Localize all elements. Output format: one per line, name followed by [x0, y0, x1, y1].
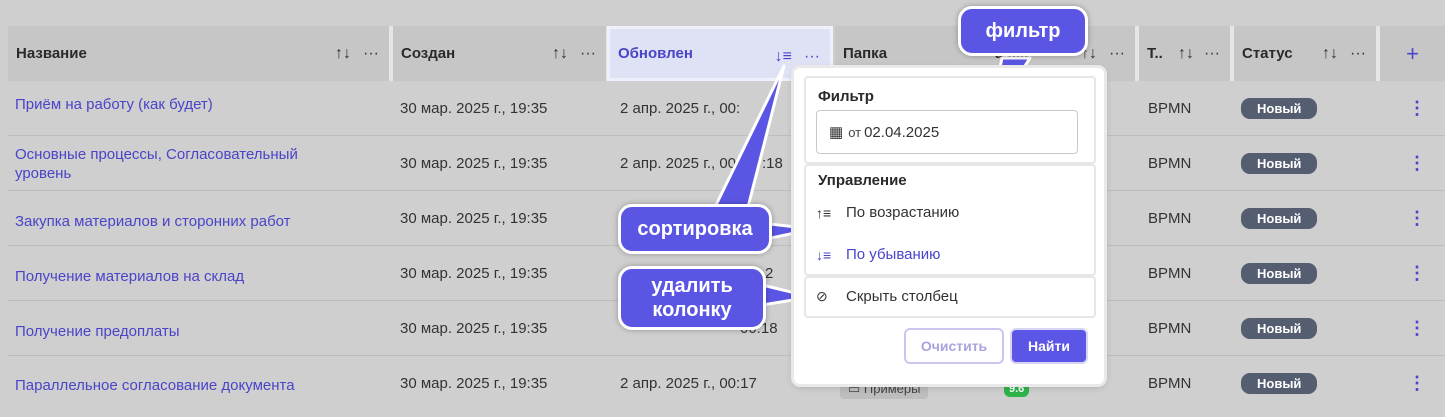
- find-button[interactable]: Найти: [1010, 328, 1088, 364]
- sort-asc-label: По возрастанию: [846, 204, 960, 221]
- manage-title: Управление: [818, 172, 907, 189]
- callout-filter: фильтр: [958, 6, 1088, 56]
- sort-asc-icon: ↑≡: [816, 204, 832, 221]
- hide-column-label: Скрыть столбец: [846, 288, 958, 305]
- callout-sort: сортировка: [618, 204, 772, 254]
- callout-delete-column: удалить колонку: [618, 266, 766, 330]
- callout-delete-line1: удалить: [651, 275, 733, 297]
- column-filter-popup: Фильтр ▦ от 02.04.2025 Управление ↑≡ По …: [794, 68, 1104, 384]
- sort-desc-label: По убыванию: [846, 246, 941, 263]
- eye-off-icon: ⊘: [816, 288, 828, 304]
- clear-button[interactable]: Очистить: [904, 328, 1004, 364]
- sort-desc-icon: ↓≡: [816, 246, 832, 263]
- date-prefix: от: [848, 124, 862, 140]
- filter-title: Фильтр: [818, 88, 874, 105]
- date-filter-input[interactable]: ▦ от 02.04.2025: [816, 110, 1078, 154]
- callout-delete-line2: колонку: [652, 299, 732, 321]
- sort-asc-item[interactable]: ↑≡ По возрастанию: [816, 204, 959, 221]
- calendar-icon: ▦: [829, 124, 844, 141]
- manage-section: Управление ↑≡ По возрастанию ↓≡ По убыва…: [804, 164, 1096, 276]
- sort-desc-item[interactable]: ↓≡ По убыванию: [816, 246, 940, 263]
- hide-section: ⊘ Скрыть столбец: [804, 276, 1096, 318]
- hide-column-item[interactable]: ⊘ Скрыть столбец: [816, 288, 958, 305]
- date-value: 02.04.2025: [864, 123, 940, 141]
